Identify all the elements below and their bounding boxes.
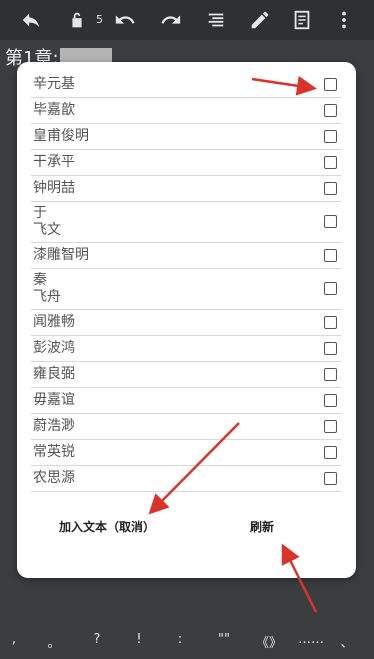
punctuation-key[interactable]: "" [214,632,234,647]
list-item-label: 毕嘉歆 [33,102,75,118]
list-item-label: 雍良弼 [33,366,75,382]
refresh-button[interactable]: 刷新 [250,518,274,535]
list-item-label: 钟明喆 [33,180,75,196]
punctuation-key[interactable]: 。 [44,632,64,651]
checkbox[interactable] [324,393,337,407]
checkbox[interactable] [324,445,337,459]
checkbox[interactable] [324,367,337,381]
share-icon[interactable] [20,9,42,31]
format-list-icon[interactable] [205,9,227,31]
list-item[interactable]: 干承平 [31,150,341,176]
punctuation-key[interactable]: ? [87,632,107,647]
list-item-label: 漆雕智明 [33,247,89,263]
checkbox[interactable] [324,315,337,329]
punctuation-bar: , 。?!: "" 《》 …… 、 [0,622,374,659]
lock-icon[interactable] [66,9,88,31]
list-item-label: 皇甫俊明 [33,128,89,144]
undo-icon[interactable] [114,9,136,31]
punctuation-key[interactable]: ! [129,632,149,647]
checkbox[interactable] [324,129,337,143]
list-item[interactable]: 辛元基 [31,72,341,98]
list-item[interactable]: 蔚浩渺 [31,414,341,440]
preview-icon[interactable] [291,9,313,31]
add-text-cancel-button[interactable]: 加入文本（取消） [59,518,155,535]
list-item[interactable]: 雍良弼 [31,362,341,388]
top-toolbar: 5 [0,0,374,40]
list-item-label: 农思源 [33,470,75,486]
list-item[interactable]: 彭波鸿 [31,336,341,362]
list-item[interactable]: 毕嘉歆 [31,98,341,124]
checkbox[interactable] [324,77,337,91]
checkbox[interactable] [324,215,337,228]
checkbox[interactable] [324,282,337,295]
list-item-label: 秦 飞舟 [33,272,61,305]
punctuation-key[interactable]: …… [298,632,324,647]
list-item[interactable]: 钟明喆 [31,176,341,202]
punctuation-key[interactable]: 《》 [256,632,282,651]
list-item[interactable]: 毋嘉谊 [31,388,341,414]
list-item-label: 彭波鸿 [33,340,75,356]
checkbox[interactable] [324,103,337,117]
list-item[interactable]: 于 飞文 [31,202,341,243]
more-vert-icon[interactable] [333,9,355,31]
checkbox[interactable] [324,248,337,262]
punctuation-key[interactable]: : [170,632,190,647]
redo-icon[interactable] [160,9,182,31]
checkbox[interactable] [324,419,337,433]
undo-count: 5 [96,13,103,26]
edit-pencil-icon[interactable] [249,9,271,31]
list-item[interactable]: 闻雅畅 [31,310,341,336]
list-item-label: 蔚浩渺 [33,418,75,434]
list-item[interactable]: 秦 飞舟 [31,269,341,310]
list-item[interactable]: 皇甫俊明 [31,124,341,150]
list-item-label: 闻雅畅 [33,314,75,330]
checkbox[interactable] [324,155,337,169]
list-item[interactable]: 农思源 [31,466,341,492]
punctuation-key[interactable]: 、 [337,632,357,651]
name-select-dialog: 辛元基毕嘉歆皇甫俊明干承平钟明喆于 飞文漆雕智明秦 飞舟闻雅畅彭波鸿雍良弼毋嘉谊… [17,62,356,578]
list-item-label: 常英锐 [33,444,75,460]
punctuation-key[interactable]: , [4,632,24,647]
checkbox[interactable] [324,181,337,195]
list-item-label: 于 飞文 [33,205,61,238]
list-item[interactable]: 漆雕智明 [31,243,341,269]
list-item-label: 毋嘉谊 [33,392,75,408]
list-item-label: 干承平 [33,154,75,170]
list-item[interactable]: 常英锐 [31,440,341,466]
name-list: 辛元基毕嘉歆皇甫俊明干承平钟明喆于 飞文漆雕智明秦 飞舟闻雅畅彭波鸿雍良弼毋嘉谊… [31,72,341,492]
checkbox[interactable] [324,471,337,485]
checkbox[interactable] [324,341,337,355]
list-item-label: 辛元基 [33,76,75,92]
